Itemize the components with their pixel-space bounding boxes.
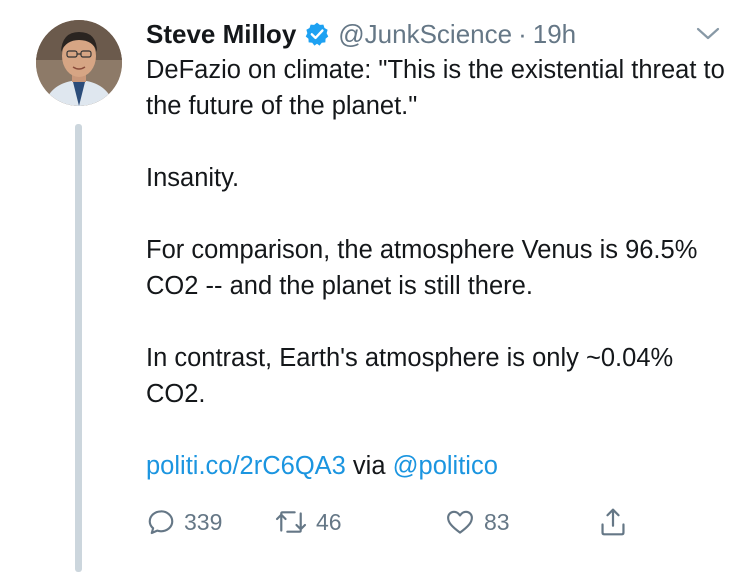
like-count: 83 (484, 508, 510, 535)
tweet-paragraph: Insanity. (146, 164, 240, 192)
reply-count: 339 (184, 508, 223, 535)
tweet-paragraph: In contrast, Earth's atmosphere is only … (146, 344, 674, 408)
author-name[interactable]: Steve Milloy (146, 19, 296, 50)
share-button[interactable] (598, 502, 628, 542)
via-text: via (345, 452, 393, 480)
tweet: Steve Milloy @JunkScience · 19h DeFazio … (0, 0, 750, 572)
author-handle[interactable]: @JunkScience (338, 19, 512, 50)
avatar[interactable] (36, 20, 122, 106)
retweet-icon (275, 511, 307, 533)
verified-badge-icon (304, 21, 330, 47)
reply-button[interactable]: 339 (146, 502, 222, 542)
chevron-down-icon[interactable] (694, 24, 722, 44)
thread-line (75, 124, 82, 572)
separator-dot: · (518, 18, 527, 49)
share-icon (601, 508, 625, 536)
tweet-time[interactable]: 19h (533, 19, 576, 50)
retweet-button[interactable]: 46 (274, 502, 342, 542)
tweet-paragraph: For comparison, the atmosphere Venus is … (146, 236, 698, 300)
tweet-actions: 339 46 83 (146, 502, 666, 542)
profile-photo-icon (36, 20, 122, 106)
tweet-text: DeFazio on climate: "This is the existen… (146, 52, 726, 484)
article-link[interactable]: politi.co/2rC6QA3 (146, 452, 346, 480)
politico-mention[interactable]: @politico (393, 452, 498, 480)
like-button[interactable]: 83 (444, 502, 510, 542)
retweet-count: 46 (316, 508, 342, 535)
tweet-link-line: politi.co/2rC6QA3 via @politico (146, 448, 726, 484)
like-icon (447, 510, 473, 534)
tweet-header: Steve Milloy @JunkScience · 19h (146, 14, 576, 54)
reply-icon (148, 510, 174, 535)
tweet-paragraph: DeFazio on climate: "This is the existen… (146, 56, 725, 120)
